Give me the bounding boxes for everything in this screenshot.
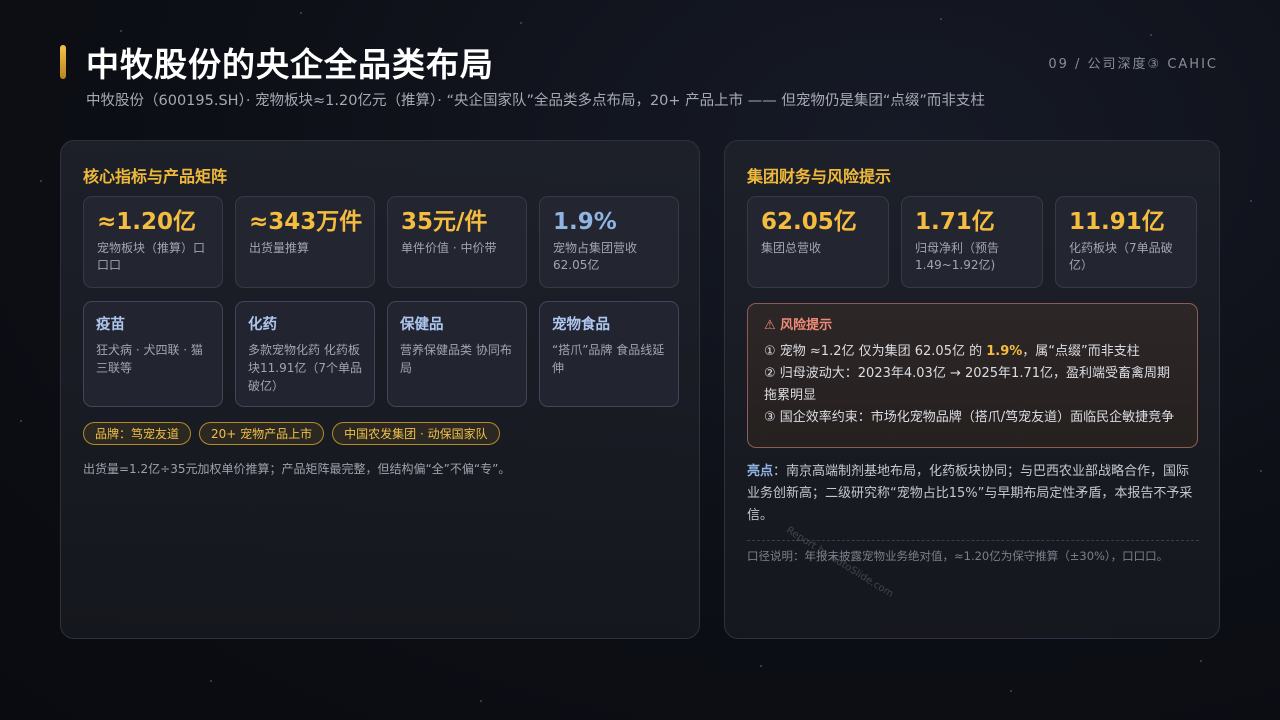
metric-card: 35元/件 单件价值 · 中价带 xyxy=(387,196,527,288)
metric-card: 1.71亿 归母净利（预告 1.49~1.92亿) xyxy=(901,196,1043,288)
metric-value: 1.9% xyxy=(553,209,617,235)
metric-label: 集团总营收 xyxy=(761,241,822,255)
risk-item-2: ② 归母波动大：2023年4.03亿 → 2025年1.71亿，盈利端受畜禽周期… xyxy=(764,366,1171,403)
metric-label: 化药板块（7单品破亿） xyxy=(1069,241,1173,272)
product-card-vaccine: 疫苗 狂犬病 · 犬四联 · 猫三联等 xyxy=(83,301,223,407)
highlight-note: 亮点：南京高端制剂基地布局，化药板块协同；与巴西农业部战略合作，国际业务创新高；… xyxy=(747,461,1199,527)
left-footnote: 出货量=1.2亿÷35元加权单价推算；产品矩阵最完整，但结构偏“全”不偏“专”。 xyxy=(83,462,511,476)
metric-card: ≈1.20亿 宠物板块（推算）口口口 xyxy=(83,196,223,288)
highlight-text: ：南京高端制剂基地布局，化药板块协同；与巴西农业部战略合作，国际业务创新高；二级… xyxy=(747,464,1193,523)
metric-value: 35元/件 xyxy=(401,209,488,235)
metric-value: ≈343万件 xyxy=(249,209,363,235)
product-card-supplements: 保健品 营养保健品类 协同布局 xyxy=(387,301,527,407)
page-subtitle: 中牧股份（600195.SH）· 宠物板块≈1.20亿元（推算）· “央企国家队… xyxy=(86,93,985,109)
metric-label: 单件价值 · 中价带 xyxy=(401,241,497,255)
metric-card: ≈343万件 出货量推算 xyxy=(235,196,375,288)
product-desc: 营养保健品类 协同布局 xyxy=(400,343,512,375)
metric-label: 宠物板块（推算）口口口 xyxy=(97,241,206,272)
product-name: 保健品 xyxy=(400,317,444,333)
products-count-tag: 20+ 宠物产品上市 xyxy=(199,422,325,445)
panel-heading: 核心指标与产品矩阵 xyxy=(83,167,228,186)
title-accent-bar xyxy=(60,45,66,79)
metric-label: 出货量推算 xyxy=(249,241,310,255)
product-desc: 狂犬病 · 犬四联 · 猫三联等 xyxy=(96,343,203,375)
metric-label: 宠物占集团营收 62.05亿 xyxy=(553,241,638,272)
metric-label: 归母净利（预告 1.49~1.92亿) xyxy=(915,241,1000,272)
metric-value: 11.91亿 xyxy=(1069,209,1165,235)
page-title: 中牧股份的央企全品类布局 xyxy=(86,45,494,84)
risk-warning-box: ⚠ 风险提示 ① 宠物 ≈1.2亿 仅为集团 62.05亿 的 1.9%，属“点… xyxy=(747,303,1198,448)
core-metrics-panel: 核心指标与产品矩阵 ≈1.20亿 宠物板块（推算）口口口 ≈343万件 出货量推… xyxy=(60,140,700,639)
highlight-label: 亮点 xyxy=(747,464,774,479)
risk-item-3: ③ 国企效率约束：市场化宠物品牌（搭爪/笃宠友道）面临民企敏捷竞争 xyxy=(764,410,1175,425)
group-tag: 中国农发集团 · 动保国家队 xyxy=(332,422,500,445)
risk-highlight-value: 1.9% xyxy=(986,344,1023,359)
metric-card: 11.91亿 化药板块（7单品破亿） xyxy=(1055,196,1197,288)
metric-value: 1.71亿 xyxy=(915,209,995,235)
metric-card: 62.05亿 集团总营收 xyxy=(747,196,889,288)
product-name: 化药 xyxy=(248,317,277,333)
risk-text: ① 宠物 ≈1.2亿 仅为集团 62.05亿 的 xyxy=(764,344,987,359)
page-index: 09 / 公司深度③ CAHIC xyxy=(1048,57,1218,72)
product-desc: “搭爪”品牌 食品线延伸 xyxy=(552,343,665,375)
product-desc: 多款宠物化药 化药板块11.91亿（7个单品破亿） xyxy=(248,343,362,393)
risk-item-1: ① 宠物 ≈1.2亿 仅为集团 62.05亿 的 1.9%，属“点缀”而非支柱 xyxy=(764,341,1181,363)
metric-value: 62.05亿 xyxy=(761,209,857,235)
risk-heading: ⚠ 风险提示 xyxy=(764,318,833,333)
brand-tag: 品牌：笃宠友道 xyxy=(83,422,192,445)
metric-value: ≈1.20亿 xyxy=(97,209,197,235)
finance-risk-panel: 集团财务与风险提示 62.05亿 集团总营收 1.71亿 归母净利（预告 1.4… xyxy=(724,140,1220,639)
product-name: 疫苗 xyxy=(96,317,125,333)
metric-card: 1.9% 宠物占集团营收 62.05亿 xyxy=(539,196,679,288)
risk-text: ，属“点缀”而非支柱 xyxy=(1022,344,1140,359)
product-card-pet-food: 宠物食品 “搭爪”品牌 食品线延伸 xyxy=(539,301,679,407)
product-name: 宠物食品 xyxy=(552,317,610,333)
panel-heading: 集团财务与风险提示 xyxy=(747,167,892,186)
tag-row: 品牌：笃宠友道 20+ 宠物产品上市 中国农发集团 · 动保国家队 xyxy=(83,422,500,445)
product-card-drugs: 化药 多款宠物化药 化药板块11.91亿（7个单品破亿） xyxy=(235,301,375,407)
